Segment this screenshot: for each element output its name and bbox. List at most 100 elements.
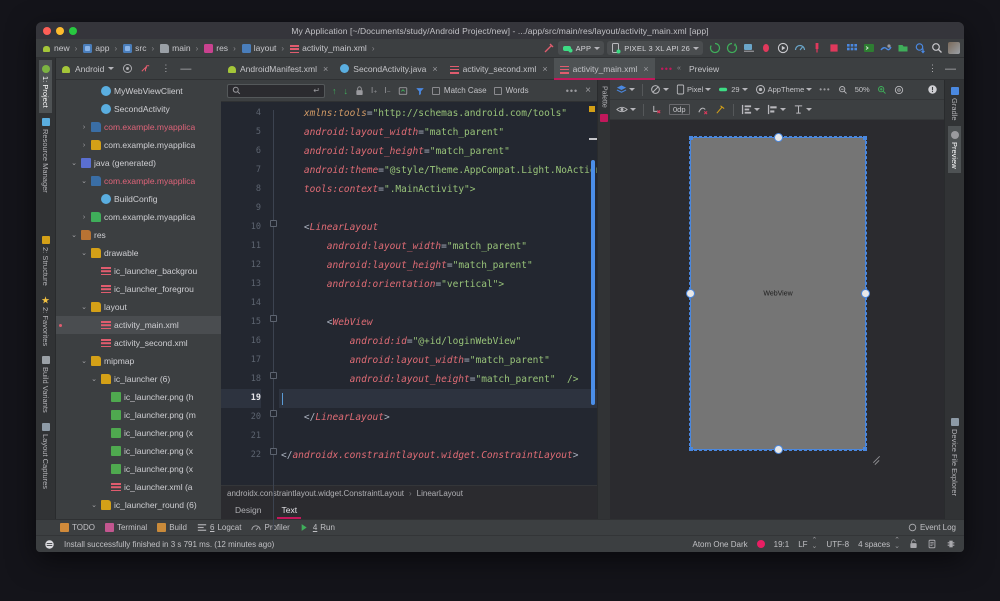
issue-notification-icon[interactable]	[927, 84, 938, 95]
code-line[interactable]	[279, 199, 597, 218]
breadcrumb-item-layout[interactable]: layout ›	[240, 43, 288, 53]
code-line[interactable]	[279, 389, 597, 408]
fold-marker[interactable]	[270, 448, 277, 455]
tree-node[interactable]: ⌄ mipmap	[56, 352, 221, 370]
bottom-item-run[interactable]: 4 Run	[300, 523, 335, 532]
infer-constraints-icon[interactable]	[715, 104, 726, 115]
chevron-down-icon[interactable]	[629, 88, 635, 91]
breadcrumb-item-project[interactable]: new ›	[40, 43, 81, 53]
project-tree[interactable]: MyWebViewClient SecondActivity › com.exampl…	[56, 80, 221, 514]
bottom-item-terminal[interactable]: Terminal	[104, 523, 147, 532]
resize-handle-right[interactable]	[861, 289, 870, 298]
chevron-down-icon[interactable]	[663, 88, 669, 91]
search-input[interactable]: ↵	[227, 83, 325, 98]
tree-node[interactable]: ic_launcher_backgrou	[56, 262, 221, 280]
preview-canvas[interactable]: WebView	[610, 120, 944, 519]
sidebar-item-project[interactable]: 1: Project	[39, 60, 52, 113]
tree-node[interactable]: ic_launcher.png (x	[56, 460, 221, 478]
code-line[interactable]: android:layout_width="match_parent"	[279, 351, 597, 370]
sidebar-item-resource-manager[interactable]: Resource Manager	[39, 113, 52, 198]
zoom-in-icon[interactable]	[877, 85, 887, 95]
build-hammer-icon[interactable]	[543, 42, 555, 54]
sidebar-item-gradle[interactable]: Gradle	[948, 82, 961, 126]
code-line[interactable]: android:layout_height="match_parent"	[279, 142, 597, 161]
code-folding-gutter[interactable]	[267, 102, 279, 530]
code-line[interactable]: <LinearLayout	[279, 218, 597, 237]
tree-node[interactable]: ic_launcher.png (h	[56, 388, 221, 406]
avatar[interactable]	[948, 42, 960, 54]
tree-node[interactable]: MyWebViewClient	[56, 82, 221, 100]
debug-icon[interactable]	[760, 42, 772, 54]
breadcrumb-item-file[interactable]: activity_main.xml ›	[288, 43, 378, 54]
autoconnect-off-icon[interactable]	[697, 104, 708, 115]
fold-marker[interactable]	[270, 220, 277, 227]
target-icon[interactable]	[122, 63, 133, 74]
code-line[interactable]: android:theme="@style/Theme.AppCompat.Li…	[279, 161, 597, 180]
tab-second-activity[interactable]: SecondActivity.java ×	[334, 58, 443, 80]
tree-node[interactable]: ic_launcher_foregrou	[56, 280, 221, 298]
code-line[interactable]: </androidx.constraintlayout.widget.Const…	[279, 446, 597, 465]
next-occurrence-icon[interactable]: ↓	[344, 86, 349, 96]
sidebar-item-structure[interactable]: 2: Structure	[39, 231, 52, 291]
visibility-selector[interactable]	[616, 105, 636, 114]
sidebar-item-favorites[interactable]: 2: Favorites	[39, 291, 52, 351]
words-checkbox[interactable]: Words	[493, 86, 529, 95]
tree-node[interactable]: SecondActivity	[56, 100, 221, 118]
tab-activity-main-xml[interactable]: activity_main.xml ×	[553, 57, 655, 80]
color-scheme-label[interactable]: Atom One Dark	[692, 540, 747, 549]
webview-component[interactable]: WebView	[686, 133, 870, 454]
more-options-icon[interactable]: ⋮	[161, 63, 171, 74]
inspection-icon[interactable]	[927, 539, 937, 549]
device-selector[interactable]: PIXEL 3 XL API 26	[607, 41, 703, 55]
breadcrumb-item-res[interactable]: res ›	[202, 43, 239, 53]
chevron-down-icon[interactable]	[108, 67, 115, 70]
code-editor[interactable]: 4 5 6 7 8 9 10 11 12 13 14 15 16 17 18 19 20 21 22	[221, 102, 597, 530]
tab-list-icon[interactable]: «	[677, 65, 681, 72]
code-line[interactable]: android:layout_width="match_parent"	[279, 123, 597, 142]
sdk-manager-icon[interactable]	[880, 42, 892, 54]
code-line[interactable]: android:layout_height="match_parent"	[279, 256, 597, 275]
chevron-down-icon[interactable]	[806, 88, 813, 91]
filter-icon[interactable]	[415, 86, 425, 96]
window-controls[interactable]	[43, 26, 77, 35]
tab-android-manifest[interactable]: AndroidManifest.xml ×	[221, 58, 334, 80]
tree-node[interactable]: ic_launcher.xml (a	[56, 478, 221, 496]
zoom-button[interactable]	[69, 26, 77, 35]
default-margin-field[interactable]: 0dp	[669, 104, 690, 115]
tree-expand-arrow[interactable]: ›	[80, 124, 88, 131]
breadcrumb-root[interactable]: androidx.constraintlayout.widget.Constra…	[227, 489, 404, 498]
tree-node[interactable]: ⌄ java (generated)	[56, 154, 221, 172]
tree-expand-arrow[interactable]: ⌄	[80, 357, 88, 365]
close-icon[interactable]: ×	[643, 64, 648, 74]
refresh-icon[interactable]	[726, 42, 738, 54]
color-swatch[interactable]	[756, 540, 765, 548]
align-selector[interactable]	[767, 104, 786, 115]
scrollbar-thumb[interactable]	[591, 160, 595, 405]
preview-hide-icon[interactable]: —	[945, 63, 956, 74]
indent-selector[interactable]: 4 spaces ⌃ ⌄	[858, 537, 900, 550]
bottom-item-profiler[interactable]: Profiler	[251, 523, 290, 532]
prev-occurrence-icon[interactable]: ↑	[332, 86, 337, 96]
search-icon[interactable]	[931, 42, 943, 54]
tree-node[interactable]: activity_second.xml	[56, 334, 221, 352]
lock-icon[interactable]	[355, 85, 364, 96]
run-icon[interactable]	[777, 42, 789, 54]
chevron-down-icon[interactable]	[594, 46, 601, 50]
code-content[interactable]: xmlns:tools="http://schemas.android.com/…	[279, 102, 597, 485]
breadcrumb-child[interactable]: LinearLayout	[417, 489, 463, 498]
clear-constraints-icon[interactable]	[651, 104, 662, 115]
tree-node[interactable]: ⌄ res	[56, 226, 221, 244]
design-surface-selector[interactable]	[616, 84, 635, 95]
encoding-label[interactable]: UTF-8	[826, 540, 849, 549]
match-case-checkbox[interactable]: Match Case	[431, 86, 487, 95]
run-configuration-selector[interactable]: APP	[557, 41, 605, 55]
sidebar-item-build-variants[interactable]: Build Variants	[39, 351, 52, 418]
canvas-resize-grip[interactable]	[872, 455, 882, 466]
code-line[interactable]: android:layout_height="match_parent" />	[279, 370, 597, 389]
chevron-down-icon[interactable]	[805, 108, 812, 111]
memory-icon[interactable]	[946, 539, 956, 549]
code-line[interactable]	[279, 294, 597, 313]
chevron-down-icon[interactable]	[753, 108, 760, 111]
tree-expand-arrow[interactable]: ›	[80, 214, 88, 221]
sidebar-item-device-file-explorer[interactable]: Device File Explorer	[948, 413, 961, 501]
